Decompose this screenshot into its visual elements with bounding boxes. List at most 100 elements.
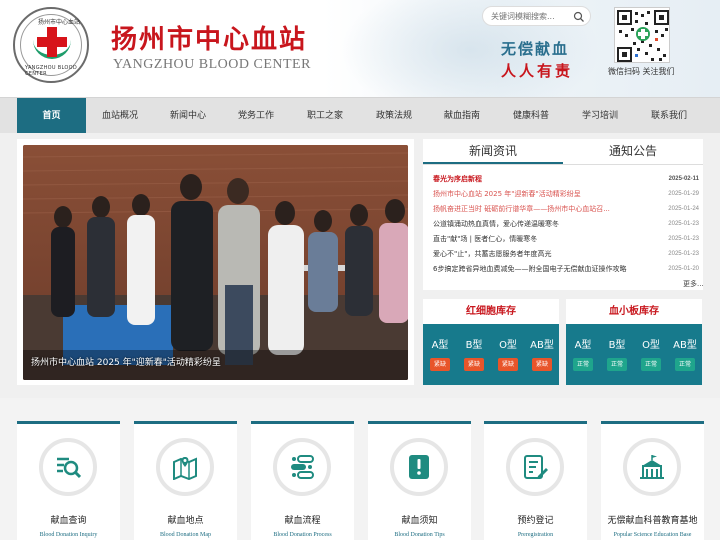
news-item-title[interactable]: 直击"献"场 | 医者仁心，情暖寒冬 xyxy=(433,232,643,246)
qr-code xyxy=(614,7,670,63)
icon-circle xyxy=(156,438,214,496)
tab-divider xyxy=(423,164,703,165)
news-item[interactable]: 6步搞定跨省异地血费减免——附全国电子无偿献血证操作攻略 2025-01-20 xyxy=(433,262,701,276)
tab-news[interactable]: 新闻资讯 xyxy=(423,139,563,164)
map-pin-icon xyxy=(173,457,197,480)
news-item-title[interactable]: 扬帆奋进正当时 砥砺前行谱华章——扬州市中心血站召... xyxy=(433,202,643,216)
blood-type-label: B型 xyxy=(608,340,626,351)
news-item[interactable]: 爱心不"止"，共蓄志愿服务者年度高光 2025-01-23 xyxy=(433,247,701,261)
news-item-date: 2025-01-23 xyxy=(668,251,699,257)
service-card-map[interactable]: 献血地点 Blood Donation Map xyxy=(134,421,237,540)
stock-status-badge: 紧缺 xyxy=(498,358,518,371)
banner-caption[interactable]: 扬州市中心血站 2025 年"迎新春"活动精彩纷呈 xyxy=(31,355,221,368)
icon-circle xyxy=(39,438,97,496)
news-item[interactable]: 公道镇涌动热血真情，爱心传递温暖寒冬 2025-01-23 xyxy=(433,217,701,231)
service-card-registration[interactable]: 预约登记 Preregistration xyxy=(484,421,587,540)
slogan-line-2: 人人有责 xyxy=(501,62,574,80)
blood-type-label: O型 xyxy=(499,340,517,351)
blood-type-label: AB型 xyxy=(530,340,554,351)
nav-item-contact[interactable]: 联系我们 xyxy=(634,98,704,134)
news-item[interactable]: 扬帆奋进正当时 砥砺前行谱华章——扬州市中心血站召... 2025-01-24 xyxy=(433,202,701,216)
nav-item-policy[interactable]: 政策法规 xyxy=(360,98,428,134)
blood-type-label: A型 xyxy=(431,340,449,351)
main-nav: 首页 血站概况 新闻中心 党务工作 职工之家 政策法规 献血指南 健康科普 学习… xyxy=(0,97,720,134)
stock-status-badge: 正常 xyxy=(641,358,661,371)
service-subtitle: Blood Donation Inquiry xyxy=(39,532,98,538)
news-item-title[interactable]: 公道镇涌动热血真情，爱心传递温暖寒冬 xyxy=(433,217,643,231)
service-title: 献血流程 xyxy=(284,516,321,526)
service-card-process[interactable]: 献血流程 Blood Donation Process xyxy=(251,421,354,540)
icon-circle xyxy=(273,438,331,496)
blood-type-label: B型 xyxy=(465,340,483,351)
service-title: 预约登记 xyxy=(517,516,554,526)
news-item-date: 2025-01-29 xyxy=(668,191,699,197)
news-item[interactable]: 扬州市中心血站 2025 年"迎新春"活动精彩纷呈 2025-01-29 xyxy=(433,187,701,201)
news-item-title[interactable]: 扬州市中心血站 2025 年"迎新春"活动精彩纷呈 xyxy=(433,187,643,201)
nav-item-overview[interactable]: 血站概况 xyxy=(86,98,154,134)
service-card-tips[interactable]: 献血须知 Blood Donation Tips xyxy=(368,421,471,540)
stock-status-badge: 正常 xyxy=(573,358,593,371)
qr-caption: 微信扫码 关注我们 xyxy=(608,67,675,76)
news-item-date: 2025-01-23 xyxy=(668,221,699,227)
platelet-stock-title[interactable]: 血小板库存 xyxy=(566,299,702,324)
red-cell-stock-panel: 红细胞库存 A型 B型 O型 AB型 紧缺 紧缺 紧缺 紧缺 xyxy=(423,299,559,385)
icon-circle xyxy=(390,438,448,496)
news-item-title[interactable]: 爱心不"止"，共蓄志愿服务者年度高光 xyxy=(433,247,643,261)
red-cell-stock-title[interactable]: 红细胞库存 xyxy=(423,299,559,324)
service-title: 无偿献血科普教育基地 xyxy=(607,516,698,526)
news-item-title[interactable]: 6步搞定跨省异地血费减免——附全国电子无偿献血证操作攻略 xyxy=(433,262,643,276)
form-edit-icon xyxy=(524,455,548,479)
process-icon xyxy=(291,455,314,479)
logo-bottom-text: YANGZHOU BLOOD CENTER xyxy=(25,65,78,77)
nav-item-party[interactable]: 党务工作 xyxy=(222,98,290,134)
site-header: 扬州市中心血站 YANGZHOU BLOOD CENTER 扬州市中心血站 YA… xyxy=(0,0,720,97)
building-icon xyxy=(640,455,664,479)
slogan-line-1: 无偿献血 xyxy=(501,40,570,58)
nav-item-guide[interactable]: 献血指南 xyxy=(428,98,496,134)
service-card-education-base[interactable]: 无偿献血科普教育基地 Popular Science Education Bas… xyxy=(601,421,704,540)
stock-status-badge: 紧缺 xyxy=(430,358,450,371)
service-title: 献血地点 xyxy=(167,516,204,526)
site-title: 扬州市中心血站 xyxy=(111,25,308,55)
news-item-date: 2025-01-23 xyxy=(668,236,699,242)
service-title: 献血查询 xyxy=(50,516,87,526)
blood-type-label: A型 xyxy=(574,340,592,351)
platelet-stock-panel: 血小板库存 A型 B型 O型 AB型 正常 正常 正常 正常 xyxy=(566,299,702,385)
stock-status-badge: 紧缺 xyxy=(532,358,552,371)
service-subtitle: Blood Donation Process xyxy=(273,532,332,538)
blood-type-label: AB型 xyxy=(673,340,697,351)
nav-item-staff[interactable]: 职工之家 xyxy=(290,98,360,134)
notice-icon xyxy=(409,455,429,479)
icon-circle xyxy=(506,438,564,496)
blood-type-label: O型 xyxy=(642,340,660,351)
banner-slider[interactable]: 扬州市中心血站 2025 年"迎新春"活动精彩纷呈 xyxy=(17,139,414,385)
service-title: 献血须知 xyxy=(401,516,438,526)
search-box xyxy=(482,6,591,26)
stock-status-badge: 正常 xyxy=(607,358,627,371)
news-more-link[interactable]: 更多... xyxy=(683,279,704,289)
news-item-title[interactable]: 春光为序启新程 xyxy=(433,172,643,186)
service-subtitle: Preregistration xyxy=(517,532,554,538)
service-subtitle: Blood Donation Map xyxy=(160,532,211,538)
nav-item-training[interactable]: 学习培训 xyxy=(566,98,634,134)
red-cross-icon xyxy=(37,27,67,57)
banner-photo[interactable] xyxy=(23,145,408,380)
nav-item-news[interactable]: 新闻中心 xyxy=(154,98,222,134)
tab-notices[interactable]: 通知公告 xyxy=(563,139,703,164)
news-item-date: 2025-01-24 xyxy=(668,206,699,212)
nav-item-home[interactable]: 首页 xyxy=(17,98,86,134)
service-card-inquiry[interactable]: 献血查询 Blood Donation Inquiry xyxy=(17,421,120,540)
site-title-english: YANGZHOU BLOOD CENTER xyxy=(113,57,311,72)
news-item[interactable]: 直击"献"场 | 医者仁心，情暖寒冬 2025-01-23 xyxy=(433,232,701,246)
search-input[interactable] xyxy=(491,9,569,24)
news-item-date: 2025-02-11 xyxy=(668,176,699,182)
nav-item-health[interactable]: 健康科普 xyxy=(496,98,566,134)
stock-status-badge: 紧缺 xyxy=(464,358,484,371)
stock-status-badge: 正常 xyxy=(675,358,695,371)
news-item-date: 2025-01-20 xyxy=(668,266,699,272)
search-icon[interactable] xyxy=(573,11,585,23)
news-item[interactable]: 春光为序启新程 2025-02-11 xyxy=(433,172,701,186)
icon-circle xyxy=(623,438,681,496)
search-list-icon xyxy=(57,457,81,479)
site-logo[interactable]: 扬州市中心血站 YANGZHOU BLOOD CENTER xyxy=(13,7,89,83)
